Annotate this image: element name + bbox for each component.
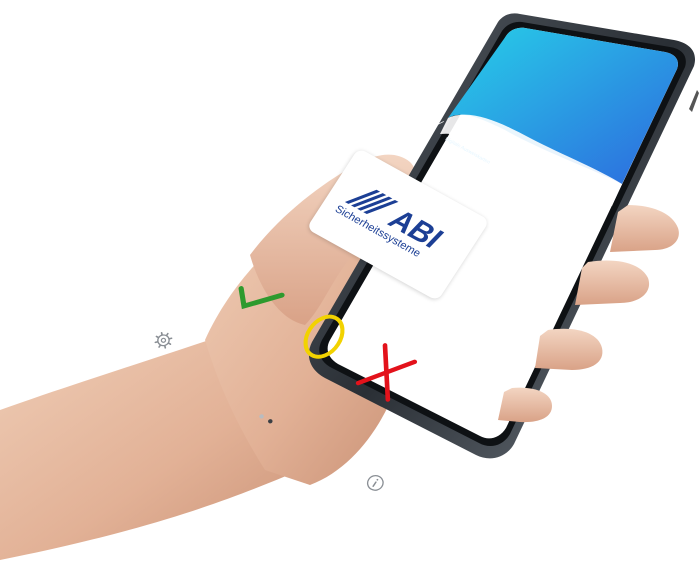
finger-1 [610, 205, 679, 252]
check-icon [238, 286, 285, 310]
cross-icon [355, 343, 418, 402]
circle-icon [303, 314, 345, 359]
finger-3 [535, 328, 603, 370]
finger-4 [498, 387, 552, 423]
photo-background [0, 13, 699, 560]
finger-2 [575, 260, 650, 305]
